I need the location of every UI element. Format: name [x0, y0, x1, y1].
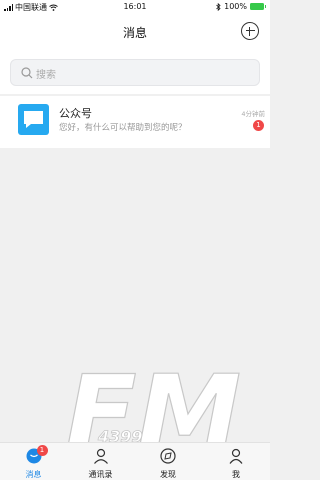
status-right: 100% [216, 2, 266, 11]
conversation-preview: 您好，有什么可以帮助到您的呢？ [59, 123, 187, 133]
compass-icon [160, 448, 176, 464]
header: 消息 [0, 14, 270, 50]
tab-contacts[interactable]: 通讯录 [67, 443, 134, 480]
list-item[interactable]: 公众号 您好，有什么可以帮助到您的呢？ 4分钟前 1 [0, 96, 270, 148]
message-icon [24, 111, 43, 128]
conversation-time: 4分钟前 [241, 110, 265, 118]
contacts-icon [93, 448, 108, 464]
tab-bar: 1 消息 通讯录 发现 我 [0, 442, 270, 480]
tab-label: 消息 [25, 470, 42, 479]
bluetooth-icon [216, 2, 221, 11]
tab-messages[interactable]: 1 消息 [0, 443, 67, 480]
tab-badge: 1 [36, 445, 48, 456]
unread-badge: 1 [253, 120, 264, 131]
search-icon [21, 67, 33, 79]
tab-label: 通讯录 [88, 470, 113, 479]
tab-label: 发现 [160, 470, 176, 479]
conversation-name: 公众号 [59, 107, 92, 120]
battery-icon [250, 3, 266, 10]
search-input[interactable]: 搜索 [10, 59, 260, 86]
person-icon [229, 448, 243, 464]
avatar [18, 104, 49, 135]
tab-label: 我 [232, 470, 240, 479]
tab-me[interactable]: 我 [202, 443, 270, 480]
page-title: 消息 [122, 26, 147, 40]
search-area: 搜索 [0, 50, 270, 94]
tab-discover[interactable]: 发现 [134, 443, 202, 480]
plus-circle-icon[interactable] [241, 22, 259, 40]
search-placeholder: 搜索 [36, 70, 56, 81]
battery-percent: 100% [224, 2, 247, 11]
status-bar: 中国联通 16:01 100% [0, 0, 270, 14]
